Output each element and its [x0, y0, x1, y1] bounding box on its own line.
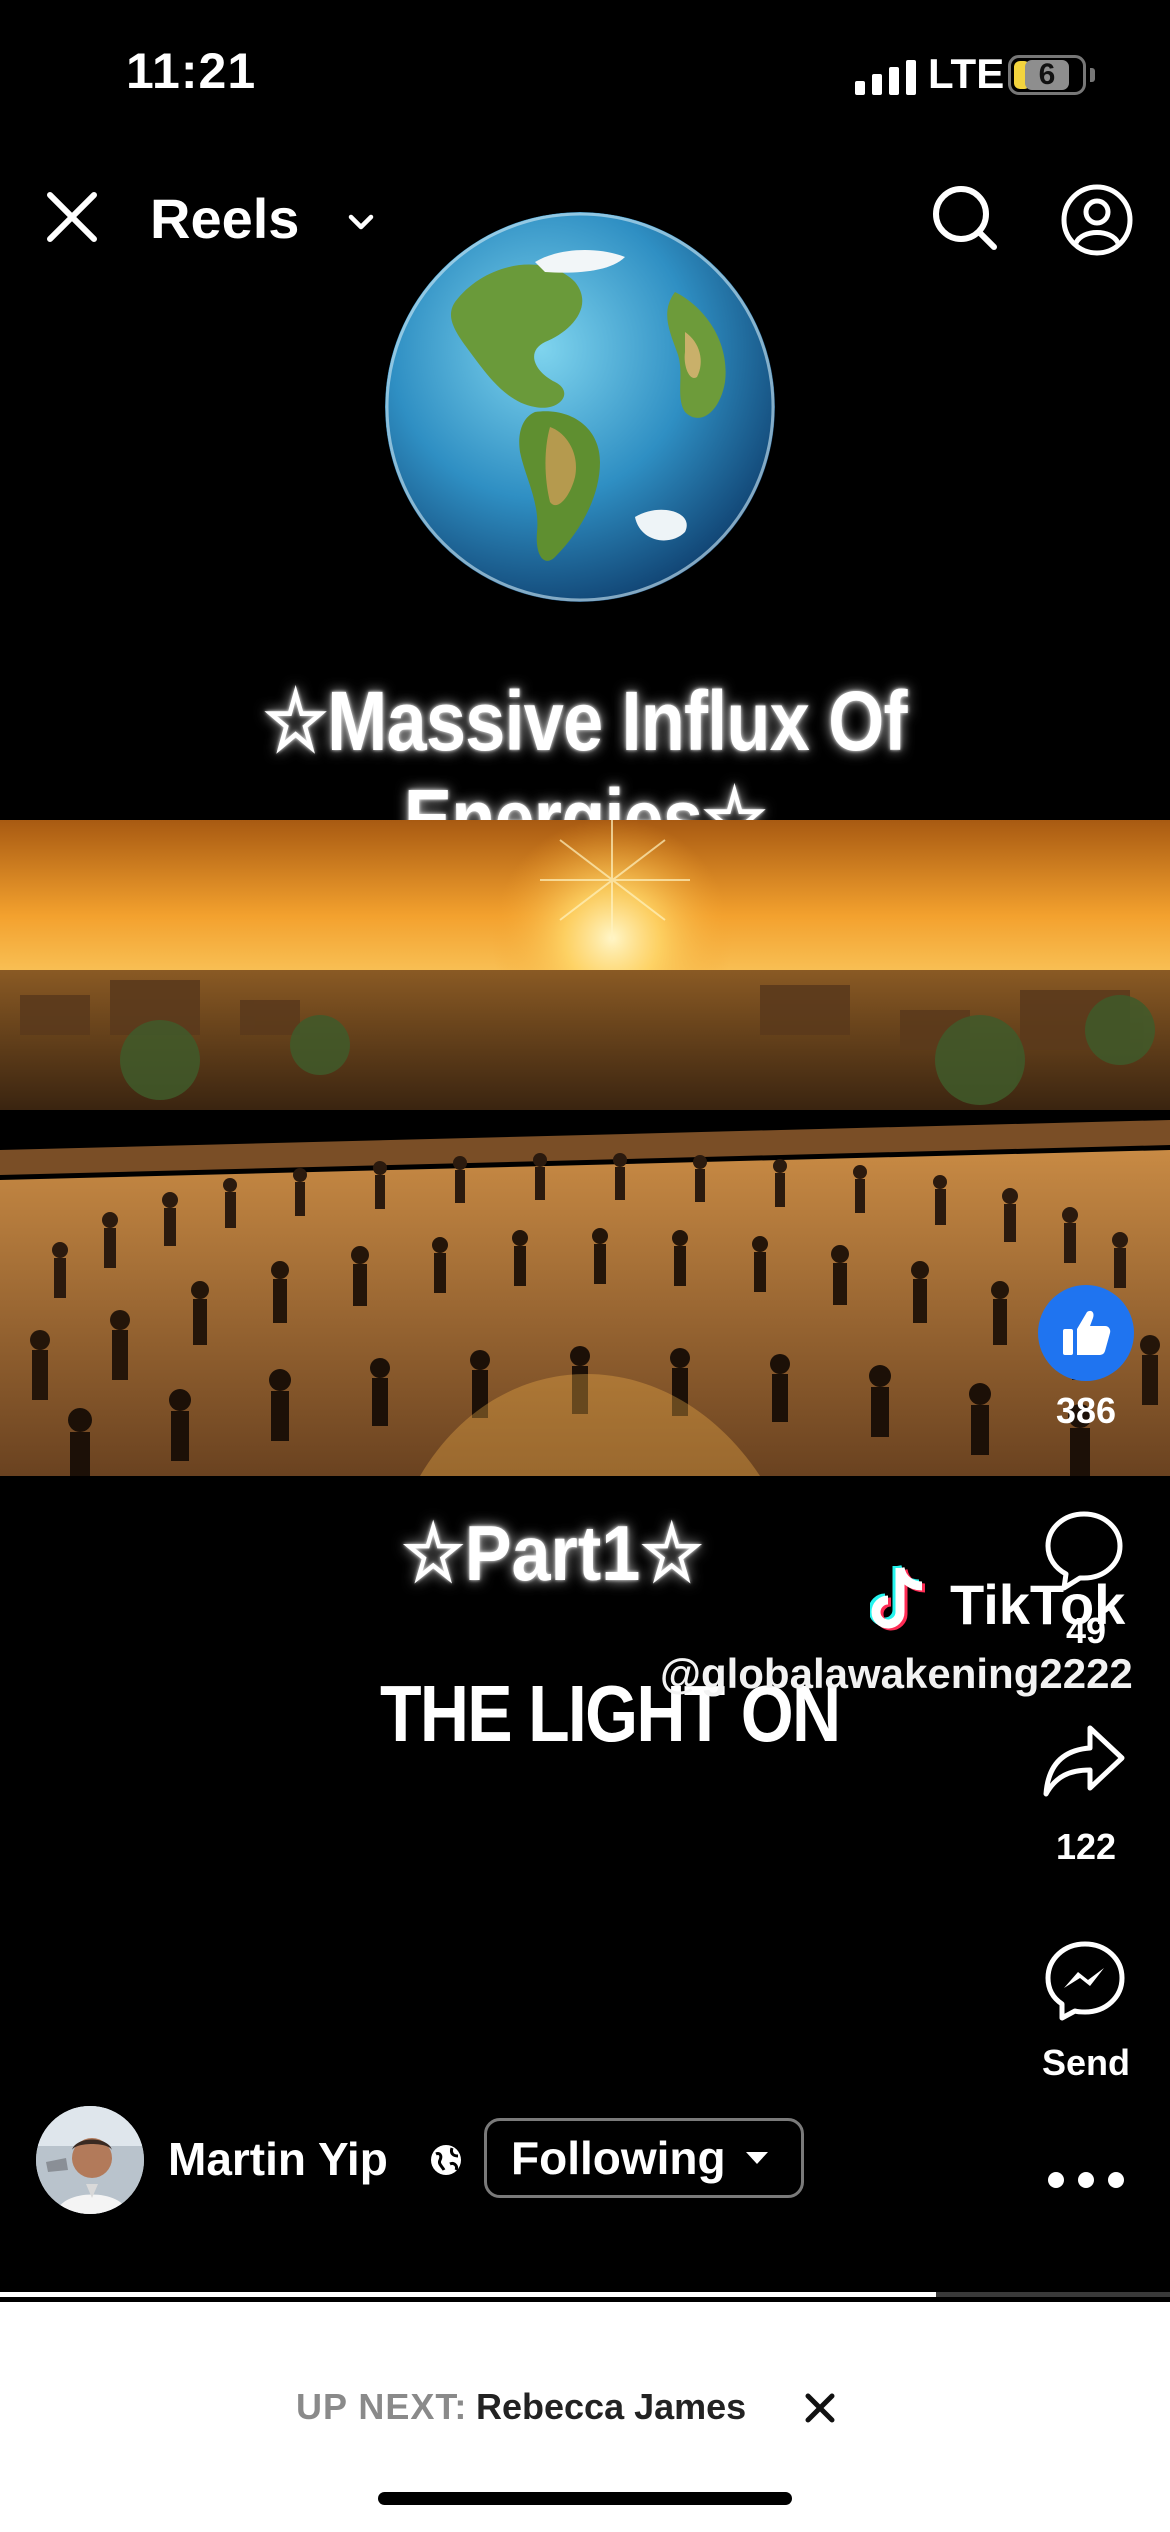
- status-time: 11:21: [126, 43, 257, 99]
- sunset-crowd-image: [0, 820, 1170, 1476]
- earth-globe-image: [385, 212, 775, 602]
- playback-progress-fill: [0, 2292, 936, 2297]
- share-icon[interactable]: [1040, 1722, 1128, 1802]
- profile-icon[interactable]: [1060, 183, 1134, 257]
- share-count: 122: [1055, 1826, 1117, 1867]
- home-indicator[interactable]: [378, 2492, 792, 2505]
- comment-count: 49: [1065, 1610, 1107, 1651]
- following-button[interactable]: Following: [484, 2118, 804, 2198]
- like-button[interactable]: [1038, 1285, 1134, 1381]
- search-icon[interactable]: [930, 183, 1000, 253]
- tiktok-logo-icon: [868, 1560, 936, 1638]
- caret-down-icon: [745, 2152, 768, 2164]
- cellular-signal-icon: [855, 60, 916, 95]
- messenger-icon[interactable]: [1044, 1940, 1126, 2022]
- following-label: Following: [511, 2132, 726, 2184]
- up-next-label: UP NEXT:: [296, 2386, 468, 2427]
- author-name[interactable]: Martin Yip: [168, 2132, 388, 2186]
- comment-icon[interactable]: [1042, 1508, 1126, 1592]
- close-icon[interactable]: [40, 185, 104, 249]
- like-count: 386: [1055, 1390, 1117, 1431]
- battery-nub: [1090, 68, 1095, 82]
- network-type: LTE: [928, 50, 1005, 97]
- globe-icon: [428, 2142, 464, 2178]
- send-label[interactable]: Send: [1021, 2042, 1151, 2084]
- close-icon[interactable]: [800, 2388, 840, 2428]
- chevron-down-icon[interactable]: [346, 212, 376, 232]
- thumbs-up-icon: [1063, 1310, 1111, 1355]
- up-next-name[interactable]: Rebecca James: [476, 2386, 746, 2428]
- page-title[interactable]: Reels: [150, 186, 299, 251]
- battery-icon: 6: [1008, 55, 1086, 95]
- tiktok-handle-text: @globalawakening2222: [660, 1650, 1133, 1697]
- battery-level: 6: [1024, 60, 1070, 90]
- avatar[interactable]: [36, 2106, 144, 2214]
- more-options-icon[interactable]: [1048, 2168, 1124, 2192]
